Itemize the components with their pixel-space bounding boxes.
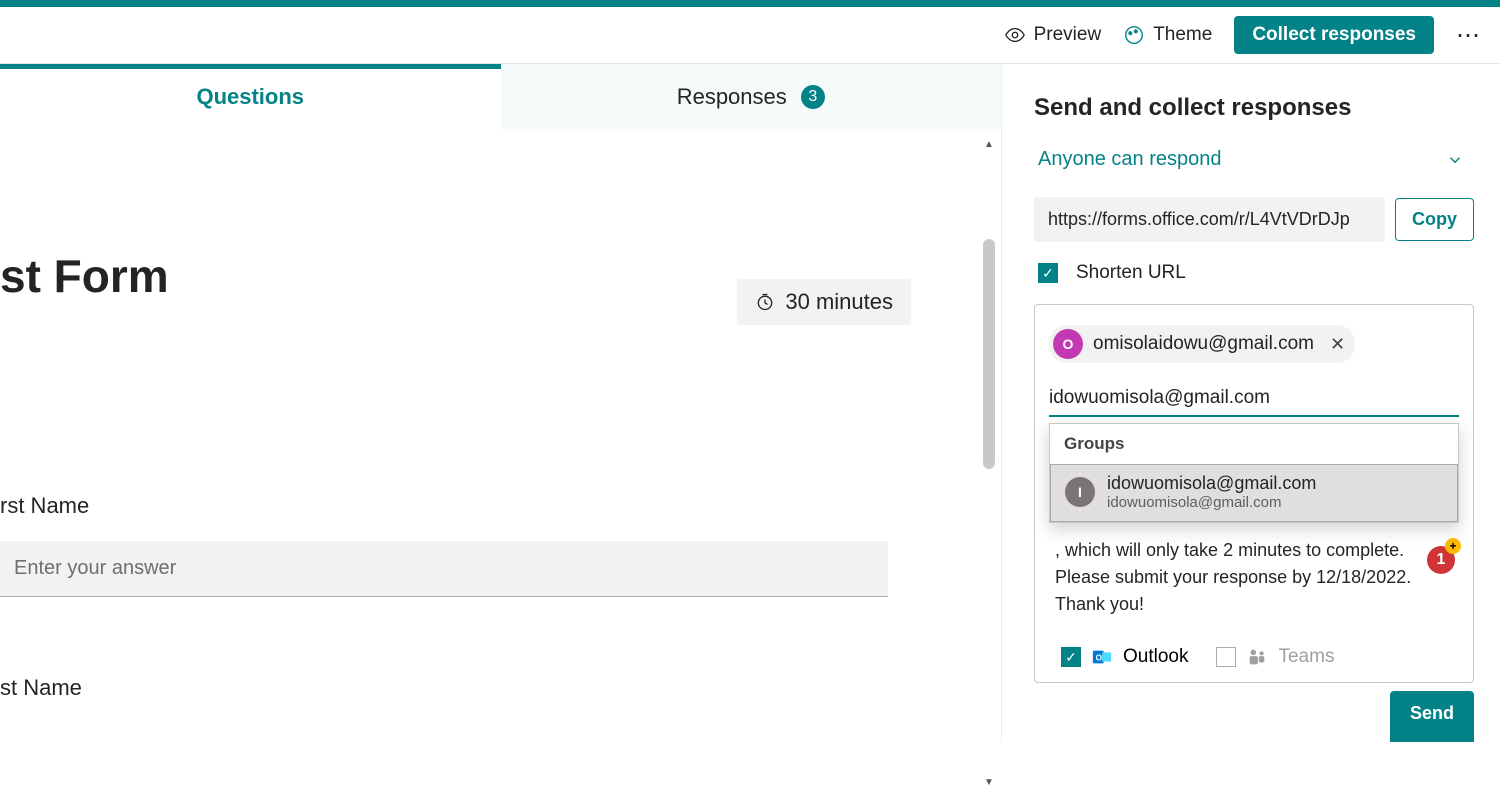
question-1-input[interactable] bbox=[0, 541, 888, 597]
scroll-down-icon[interactable]: ▼ bbox=[983, 777, 995, 789]
outlook-label: Outlook bbox=[1123, 646, 1188, 668]
teams-label: Teams bbox=[1278, 646, 1334, 668]
vertical-scrollbar[interactable]: ▲ ▼ bbox=[983, 139, 995, 739]
svg-text:O: O bbox=[1096, 654, 1103, 663]
scroll-thumb[interactable] bbox=[983, 239, 995, 469]
suggestion-name: idowuomisola@gmail.com bbox=[1107, 473, 1316, 494]
top-toolbar: Preview Theme Collect responses ⋯ bbox=[0, 7, 1500, 64]
suggestion-dropdown: Groups I idowuomisola@gmail.com idowuomi… bbox=[1049, 423, 1459, 523]
suggestion-item[interactable]: I idowuomisola@gmail.com idowuomisola@gm… bbox=[1050, 464, 1458, 522]
teams-option[interactable]: Teams bbox=[1216, 646, 1334, 668]
collect-responses-button[interactable]: Collect responses bbox=[1234, 16, 1434, 54]
recipient-input[interactable] bbox=[1049, 377, 1459, 417]
shorten-url-toggle[interactable]: ✓ Shorten URL bbox=[1034, 262, 1474, 284]
suggestion-email: idowuomisola@gmail.com bbox=[1107, 494, 1316, 511]
response-scope-dropdown[interactable]: Anyone can respond bbox=[1034, 146, 1474, 173]
tab-responses[interactable]: Responses 3 bbox=[501, 64, 1002, 129]
palette-icon bbox=[1123, 24, 1145, 46]
clock-icon bbox=[755, 292, 775, 312]
chevron-down-icon bbox=[1446, 151, 1464, 169]
time-limit-text: 30 minutes bbox=[785, 289, 893, 315]
theme-label: Theme bbox=[1153, 24, 1212, 46]
response-scope-label: Anyone can respond bbox=[1038, 148, 1221, 171]
preview-button[interactable]: Preview bbox=[1004, 24, 1102, 46]
question-1-label: rst Name bbox=[0, 493, 1001, 519]
more-icon[interactable]: ⋯ bbox=[1456, 21, 1482, 50]
checkbox-checked-icon: ✓ bbox=[1038, 263, 1058, 283]
shorten-url-label: Shorten URL bbox=[1076, 262, 1186, 284]
remove-chip-icon[interactable]: ✕ bbox=[1330, 334, 1345, 355]
avatar-icon: I bbox=[1065, 477, 1095, 507]
email-compose-card: O omisolaidowu@gmail.com ✕ Groups I idow… bbox=[1034, 304, 1474, 683]
tab-responses-label: Responses bbox=[677, 84, 787, 110]
theme-button[interactable]: Theme bbox=[1123, 24, 1212, 46]
checkbox-unchecked-icon bbox=[1216, 647, 1236, 667]
time-limit-pill[interactable]: 30 minutes bbox=[737, 279, 911, 325]
notification-badge[interactable]: 1 bbox=[1427, 546, 1455, 574]
checkbox-checked-icon: ✓ bbox=[1061, 647, 1081, 667]
invitation-message[interactable]: , which will only take 2 minutes to comp… bbox=[1049, 537, 1459, 618]
tab-questions[interactable]: Questions bbox=[0, 64, 501, 129]
panel-title: Send and collect responses bbox=[1034, 94, 1474, 122]
teams-icon bbox=[1246, 646, 1268, 668]
copy-url-button[interactable]: Copy bbox=[1395, 198, 1474, 241]
outlook-icon: O bbox=[1091, 646, 1113, 668]
send-collect-panel: Send and collect responses Anyone can re… bbox=[1001, 64, 1500, 742]
form-editor-pane: Questions Responses 3 30 minutes st Form… bbox=[0, 64, 1001, 742]
dropdown-groups-header: Groups bbox=[1050, 424, 1458, 464]
preview-label: Preview bbox=[1034, 24, 1102, 46]
tab-questions-label: Questions bbox=[196, 84, 304, 110]
recipient-chip-email: omisolaidowu@gmail.com bbox=[1093, 333, 1314, 355]
eye-icon bbox=[1004, 24, 1026, 46]
send-button[interactable]: Send bbox=[1390, 691, 1474, 742]
responses-count-badge: 3 bbox=[801, 85, 825, 109]
scroll-up-icon[interactable]: ▲ bbox=[983, 139, 995, 151]
outlook-option[interactable]: ✓ O Outlook bbox=[1061, 646, 1188, 668]
recipient-chip[interactable]: O omisolaidowu@gmail.com ✕ bbox=[1049, 325, 1355, 363]
share-url-field[interactable]: https://forms.office.com/r/L4VtVDrDJp bbox=[1034, 197, 1385, 242]
avatar-icon: O bbox=[1053, 329, 1083, 359]
question-2-label: st Name bbox=[0, 675, 1001, 701]
